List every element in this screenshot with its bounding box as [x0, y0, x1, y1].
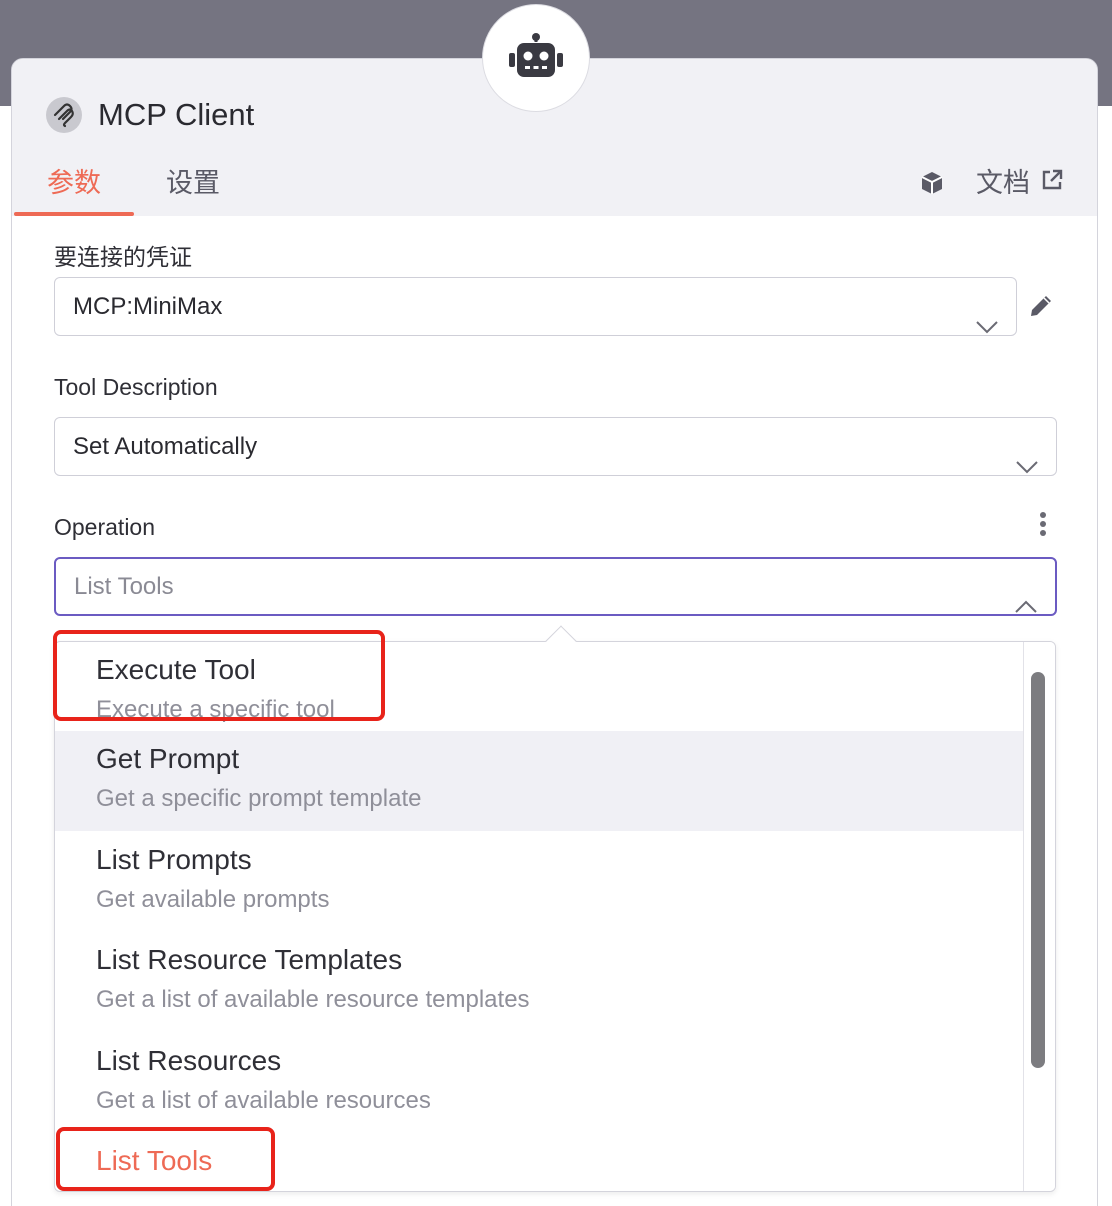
option-execute-tool[interactable]: Execute Tool Execute a specific tool: [55, 642, 1023, 742]
credential-value: MCP:MiniMax: [73, 293, 223, 320]
option-list-prompts[interactable]: List Prompts Get available prompts: [55, 832, 1023, 932]
option-name: List Resources: [96, 1045, 282, 1076]
option-desc: Get available prompts: [96, 886, 330, 913]
chevron-up-icon: [1015, 579, 1037, 634]
node-title: MCP Client: [98, 97, 255, 132]
mcp-logo-icon: [46, 97, 82, 133]
option-name: Get Prompt: [96, 743, 240, 774]
tool-description-value: Set Automatically: [73, 433, 258, 460]
tab-settings[interactable]: 设置: [166, 159, 220, 215]
dropdown-scroll-thumb[interactable]: [1031, 672, 1045, 1068]
robot-icon: [509, 33, 563, 77]
option-desc: Get a list of available resources: [96, 1087, 431, 1114]
options-kebab-icon[interactable]: [1038, 511, 1048, 542]
edit-credential-pencil-icon[interactable]: [1026, 291, 1056, 326]
option-list-resource-templates[interactable]: List Resource Templates Get a list of av…: [55, 932, 1023, 1032]
operation-label: Operation: [54, 514, 156, 540]
operation-value: List Tools: [74, 573, 174, 600]
node-settings-panel: MCP Client 参数 设置 文档 要连接的凭证 MCP:MiniMax T…: [11, 58, 1098, 1206]
option-desc: Get a specific prompt template: [96, 785, 422, 812]
option-name: Execute Tool: [96, 654, 256, 685]
credential-select[interactable]: MCP:MiniMax: [54, 277, 1017, 336]
option-desc: Get a list of available resource templat…: [96, 986, 530, 1013]
operation-select[interactable]: List Tools: [54, 557, 1057, 616]
option-list-tools[interactable]: List Tools: [55, 1133, 1023, 1191]
node-type-badge: [482, 4, 590, 112]
chevron-down-icon: [976, 298, 998, 355]
operation-dropdown: Execute Tool Execute a specific tool Get…: [54, 641, 1056, 1192]
chevron-down-icon: [1016, 438, 1038, 495]
docs-label: 文档: [976, 168, 1030, 198]
external-link-icon: [1040, 159, 1064, 207]
option-name: List Resource Templates: [96, 944, 403, 975]
cube-icon[interactable]: [918, 169, 946, 202]
tab-params[interactable]: 参数: [14, 159, 134, 216]
option-name: List Prompts: [96, 844, 252, 875]
option-list-resources[interactable]: List Resources Get a list of available r…: [55, 1033, 1023, 1133]
option-name: List Tools: [96, 1145, 213, 1176]
option-desc: Execute a specific tool: [96, 696, 335, 723]
docs-link[interactable]: 文档: [976, 159, 1064, 207]
tool-description-select[interactable]: Set Automatically: [54, 417, 1057, 476]
credential-label: 要连接的凭证: [54, 244, 192, 270]
option-get-prompt[interactable]: Get Prompt Get a specific prompt templat…: [55, 731, 1023, 831]
tool-description-label: Tool Description: [54, 374, 218, 400]
